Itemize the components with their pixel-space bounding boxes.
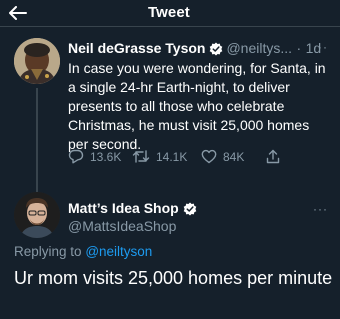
replying-to-handle-link[interactable]: @neiltyson [85,244,152,259]
share-button[interactable] [266,149,280,164]
verified-badge-icon [183,202,197,216]
reply-text: Ur mom visits 25,000 homes per minute [14,268,333,288]
author-handle[interactable]: @neiltys... [226,40,292,56]
retweet-button[interactable]: 14.1K [132,149,187,164]
page-title: Tweet [148,4,190,21]
avatar[interactable] [14,38,60,84]
back-button[interactable] [8,3,28,23]
profile-photo-icon [14,38,60,84]
author-name[interactable]: Matt’s Idea Shop [68,200,179,216]
retweet-icon [132,150,150,163]
verified-badge-icon [210,42,223,56]
reply-author-line: Matt’s Idea Shop [68,200,200,216]
share-icon [266,149,280,164]
reply-count: 13.6K [90,149,122,164]
like-icon [201,149,217,164]
original-tweet[interactable]: Neil deGrasse Tyson @neiltys... · 1d ···… [0,28,340,210]
tweet-header: Neil deGrasse Tyson @neiltys... · 1d [68,40,334,58]
reply-icon [68,149,84,164]
profile-photo-icon [14,192,60,238]
like-button[interactable]: 84K [201,149,244,164]
tweet-actions: 13.6K 14.1K 84K [68,149,298,167]
tweet-text: In case you were wondering, for Santa, i… [68,60,326,152]
author-handle[interactable]: @MattsIdeaShop [68,218,176,234]
top-bar: Tweet [0,0,340,27]
replying-to-label: Replying to [14,244,82,259]
reply-tweet[interactable]: Matt’s Idea Shop @MattsIdeaShop ··· Repl… [0,182,340,319]
reply-button[interactable]: 13.6K [68,149,121,164]
author-name[interactable]: Neil deGrasse Tyson [68,40,205,56]
more-options-icon[interactable]: ··· [313,202,328,216]
back-arrow-icon [9,6,27,20]
like-count: 84K [223,149,245,164]
replying-to-line: Replying to @neiltyson [14,244,152,259]
avatar[interactable] [14,192,60,238]
more-options-icon[interactable]: ··· [313,40,328,54]
separator-dot: · [296,40,302,56]
tweet-thread-screen: Tweet Neil deGrasse Tyson @neiltys... · … [0,0,340,319]
retweet-count: 14.1K [156,149,188,164]
